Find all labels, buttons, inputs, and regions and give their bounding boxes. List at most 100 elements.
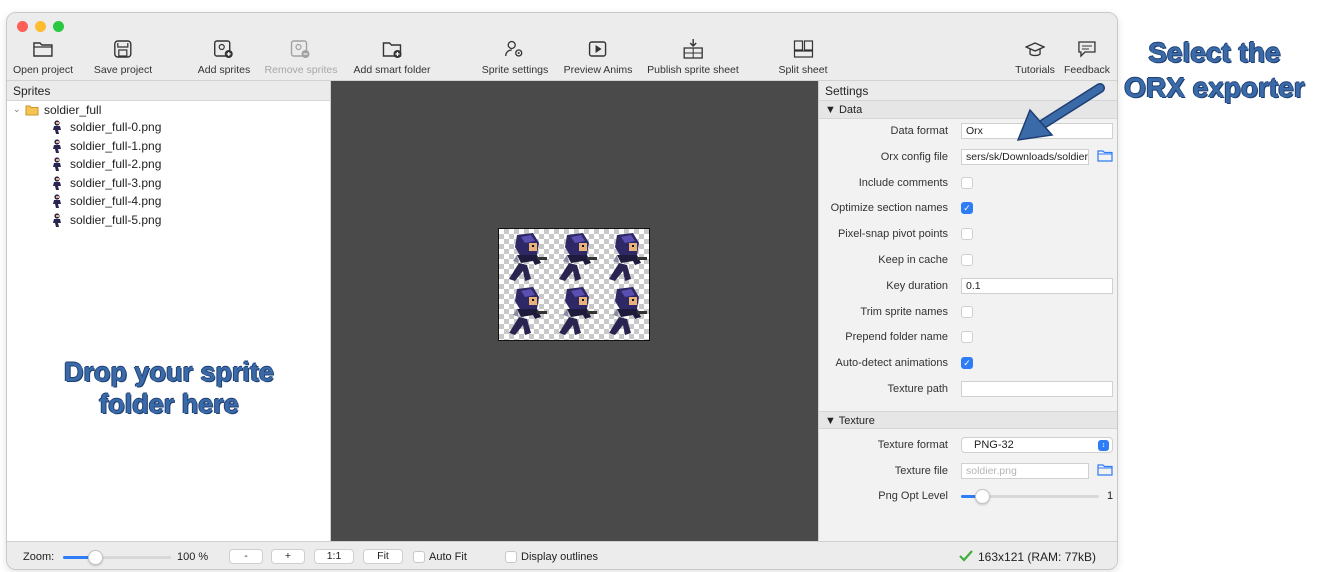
sprite-list-item[interactable]: soldier_full-5.png — [7, 211, 330, 230]
tutorials-label: Tutorials — [1015, 64, 1055, 76]
png-opt-slider-knob[interactable] — [974, 489, 990, 505]
key-duration-label: Key duration — [886, 279, 948, 292]
trim-sprite-names-row: Trim sprite names — [819, 300, 1117, 326]
remove-sprites-button[interactable]: Remove sprites — [264, 37, 338, 76]
sprite-settings-label: Sprite settings — [481, 64, 549, 76]
settings-panel: Settings ▼ Data Data format Orx Orx conf… — [818, 81, 1117, 541]
open-project-button[interactable]: Open project — [13, 37, 73, 76]
sprite-sheet-canvas[interactable] — [331, 81, 818, 541]
publish-sprite-sheet-button[interactable]: Publish sprite sheet — [647, 37, 739, 76]
soldier-sprite-frame — [509, 233, 547, 281]
minimize-window-button[interactable] — [35, 21, 46, 32]
optimize-section-names-label: Optimize section names — [830, 202, 948, 215]
sprite-list-item[interactable]: soldier_full-0.png — [7, 118, 330, 137]
sprite-file-name: soldier_full-2.png — [70, 157, 162, 172]
include-comments-label: Include comments — [858, 176, 948, 189]
texture-path-label: Texture path — [887, 382, 948, 395]
soldier-sprite-frame — [609, 287, 647, 335]
sprite-list-item[interactable]: soldier_full-4.png — [7, 192, 330, 211]
zoom-out-button[interactable]: - — [229, 549, 263, 564]
add-sprites-button[interactable]: Add sprites — [197, 37, 251, 76]
sprite-thumbnail-icon — [51, 139, 65, 153]
close-window-button[interactable] — [17, 21, 28, 32]
png-opt-row: Png Opt Level 1 — [819, 484, 1117, 510]
zoom-label: Zoom: — [23, 551, 55, 563]
texture-format-select[interactable]: PNG-32 ↕ — [961, 436, 1113, 453]
window-controls — [17, 21, 64, 32]
save-disk-icon — [111, 37, 135, 61]
texture-path-row: Texture path — [819, 377, 1117, 403]
save-project-button[interactable]: Save project — [94, 37, 152, 76]
zoom-window-button[interactable] — [53, 21, 64, 32]
texture-file-row: Texture file soldier.png — [819, 459, 1117, 485]
save-project-label: Save project — [93, 64, 153, 76]
play-preview-icon — [586, 37, 610, 61]
publish-sprite-sheet-label: Publish sprite sheet — [647, 64, 739, 76]
chevron-down-icon[interactable]: ⌄ — [13, 104, 25, 115]
sheet-status-text: 163x121 (RAM: 77kB) — [978, 550, 1097, 564]
browse-folder-icon[interactable] — [1097, 149, 1113, 166]
sprite-file-name: soldier_full-4.png — [70, 194, 162, 209]
trim-sprite-names-label: Trim sprite names — [860, 305, 948, 318]
zoom-fit-button[interactable]: Fit — [363, 549, 403, 564]
orx-config-field[interactable]: sers/sk/Downloads/soldier. — [961, 148, 1089, 165]
pixel-snap-checkbox[interactable] — [961, 228, 973, 241]
auto-fit-checkbox[interactable] — [413, 551, 425, 563]
remove-sprite-icon — [289, 37, 313, 61]
data-format-label: Data format — [890, 125, 948, 137]
toolbar: Open project Save project Add sprites Re… — [7, 13, 1117, 81]
orx-config-label: Orx config file — [880, 150, 948, 163]
feedback-button[interactable]: Feedback — [1064, 37, 1110, 76]
key-duration-field[interactable]: 0.1 — [961, 277, 1113, 294]
sprite-thumbnail-icon — [51, 176, 65, 190]
png-opt-slider[interactable] — [961, 489, 1099, 505]
zoom-slider-knob[interactable] — [88, 550, 104, 565]
sprites-panel-title: Sprites — [7, 81, 330, 101]
include-comments-checkbox[interactable] — [961, 176, 973, 189]
remove-sprites-label: Remove sprites — [264, 64, 338, 76]
add-sprites-label: Add sprites — [197, 64, 251, 76]
sprite-file-name: soldier_full-1.png — [70, 138, 162, 153]
prepend-folder-label: Prepend folder name — [845, 331, 948, 344]
keep-in-cache-checkbox[interactable] — [961, 253, 973, 266]
auto-detect-checkbox[interactable]: ✓ — [961, 357, 973, 370]
keep-in-cache-label: Keep in cache — [878, 253, 948, 266]
sprite-list-item[interactable]: soldier_full-3.png — [7, 174, 330, 193]
texture-path-field[interactable] — [961, 380, 1113, 397]
add-smart-folder-button[interactable]: Add smart folder — [353, 37, 431, 76]
auto-fit-label: Auto Fit — [429, 551, 467, 563]
texture-file-field[interactable]: soldier.png — [961, 462, 1089, 479]
auto-detect-row: Auto-detect animations ✓ — [819, 351, 1117, 377]
preview-anims-button[interactable]: Preview Anims — [563, 37, 633, 76]
trim-sprite-names-checkbox[interactable] — [961, 305, 973, 318]
split-sheet-label: Split sheet — [778, 64, 828, 76]
png-opt-label: Png Opt Level — [878, 490, 948, 503]
tree-folder-soldier-full[interactable]: ⌄ soldier_full — [7, 101, 330, 118]
prepend-folder-row: Prepend folder name — [819, 325, 1117, 351]
optimize-section-names-checkbox[interactable]: ✓ — [961, 202, 973, 215]
annotation-callout: Select the ORX exporter — [1112, 35, 1317, 105]
data-section-label: Data — [838, 104, 863, 116]
png-opt-value: 1 — [1107, 490, 1114, 503]
zoom-one-to-one-button[interactable]: 1:1 — [314, 549, 354, 564]
add-sprite-icon — [212, 37, 236, 61]
prepend-folder-checkbox[interactable] — [961, 331, 973, 344]
drop-folder-hint: Drop your sprite folder here — [7, 356, 331, 420]
display-outlines-checkbox[interactable] — [505, 551, 517, 563]
sprite-list-item[interactable]: soldier_full-2.png — [7, 155, 330, 174]
split-sheet-button[interactable]: Split sheet — [778, 37, 828, 76]
app-window: Open project Save project Add sprites Re… — [6, 12, 1118, 570]
sprite-file-name: soldier_full-5.png — [70, 212, 162, 227]
drop-hint-line-1: Drop your sprite — [63, 357, 275, 387]
sprite-file-list: soldier_full-0.png soldier_full-1.pngsold… — [7, 118, 330, 229]
auto-detect-label: Auto-detect animations — [835, 357, 948, 370]
zoom-in-button[interactable]: + — [271, 549, 305, 564]
sprite-settings-icon — [503, 37, 527, 61]
texture-section-header[interactable]: ▼ Texture — [819, 410, 1117, 429]
preview-anims-label: Preview Anims — [563, 64, 633, 76]
browse-texture-folder-icon[interactable] — [1097, 463, 1113, 480]
sprite-settings-button[interactable]: Sprite settings — [481, 37, 549, 76]
sprite-list-item[interactable]: soldier_full-1.png — [7, 137, 330, 156]
zoom-slider[interactable] — [63, 550, 171, 565]
tutorials-button[interactable]: Tutorials — [1015, 37, 1055, 76]
